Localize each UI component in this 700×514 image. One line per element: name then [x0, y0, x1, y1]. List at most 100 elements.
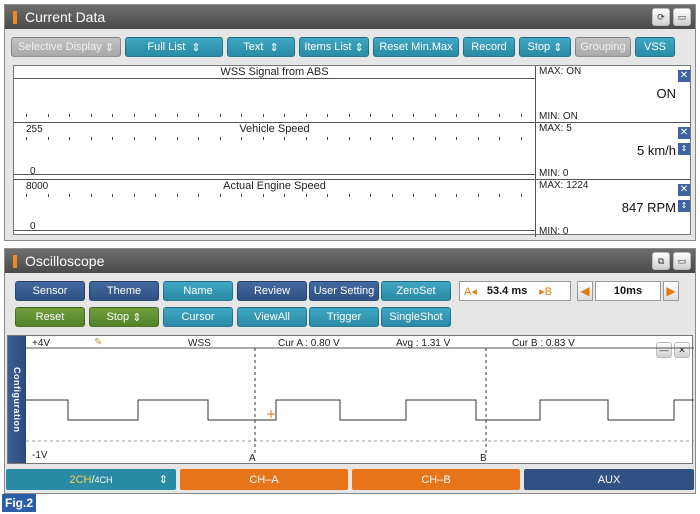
text-button[interactable]: Text ⇕ [227, 37, 295, 57]
tick-mark [413, 114, 414, 117]
review-button[interactable]: Review [237, 281, 307, 301]
oscilloscope-title: Oscilloscope [25, 253, 105, 269]
tick-mark [477, 114, 479, 117]
tick-mark [413, 194, 414, 197]
tick-mark [456, 194, 457, 197]
tick-mark [305, 137, 307, 140]
top-voltage-label: +4V [32, 338, 51, 349]
stop-button[interactable]: Stop ⇕ [519, 37, 571, 57]
aux-tab[interactable]: AUX [524, 469, 694, 490]
tick-mark [520, 194, 522, 197]
graph-title: Actual Engine Speed [223, 180, 326, 192]
zeroset-button[interactable]: ZeroSet [381, 281, 451, 301]
tick-mark [327, 137, 328, 140]
current-data-title: Current Data [25, 9, 106, 25]
name-button[interactable]: Name [163, 281, 233, 301]
minimize-icon[interactable]: — [656, 342, 672, 358]
updown-icon: ⇕ [158, 474, 168, 486]
tick-mark [26, 194, 27, 197]
tick-mark [370, 194, 371, 197]
tick-mark [262, 194, 264, 197]
tick-mark [133, 114, 135, 117]
selective-display-button[interactable]: Selective Display ⇕ [11, 37, 121, 57]
cursor-a-label: A [249, 453, 256, 464]
oscilloscope-titlebar: Oscilloscope ⧉ ▭ [5, 249, 695, 273]
updown-icon[interactable]: ⇕ [678, 143, 690, 155]
configuration-tab[interactable]: Configuration [8, 336, 26, 463]
updown-icon[interactable]: ⇕ [678, 200, 690, 212]
items-list-button[interactable]: Items List ⇕ [299, 37, 369, 57]
close-icon[interactable]: ✕ [678, 127, 690, 139]
restore-icon[interactable]: ▭ [673, 8, 691, 26]
sensor-button[interactable]: Sensor [15, 281, 85, 301]
ch-a-tab[interactable]: CH–A [180, 469, 348, 490]
grouping-button[interactable]: Grouping [575, 37, 631, 57]
vss-button[interactable]: VSS [635, 37, 675, 57]
tick-mark [456, 137, 457, 140]
graph-ticks [14, 137, 536, 140]
graph-side: MAX: ON ON MIN: ON ✕ [537, 66, 692, 122]
waveform-plot [26, 347, 694, 456]
tick-mark [284, 194, 285, 197]
current-data-panel: Current Data ⟳ ▭ Selective Display ⇕ Ful… [4, 4, 696, 241]
timebase-value: 10ms [595, 281, 661, 301]
graph-row: 255 Vehicle Speed 0 MAX: 5 5 km/h MIN: 0… [14, 123, 690, 180]
tick-mark [284, 114, 285, 117]
right-arrow-icon[interactable]: ▶ [663, 281, 679, 301]
graph-title: Vehicle Speed [239, 123, 310, 135]
tick-mark [391, 137, 393, 140]
close-icon[interactable]: ✕ [678, 184, 690, 196]
left-arrow-icon[interactable]: ◀ [577, 281, 593, 301]
full-list-button[interactable]: Full List ⇕ [125, 37, 223, 57]
graph-ticks [14, 194, 536, 197]
close-icon[interactable]: ✕ [674, 342, 690, 358]
tick-mark [348, 137, 350, 140]
max-label: MAX: 1224 [539, 180, 589, 191]
graph-row: WSS Signal from ABS MAX: ON ON MIN: ON ✕ [14, 66, 690, 123]
graph-side: MAX: 1224 847 RPM MIN: 0 ✕ ⇕ [537, 180, 692, 237]
tick-mark [155, 194, 156, 197]
user-setting-button[interactable]: User Setting [309, 281, 379, 301]
close-icon[interactable]: ✕ [678, 70, 690, 82]
cursor-a-marker: A◂ [464, 285, 477, 298]
restore-icon[interactable]: ▭ [673, 252, 691, 270]
title-marker [13, 10, 17, 24]
tick-mark [305, 194, 307, 197]
tick-mark [47, 194, 49, 197]
tick-mark [47, 114, 49, 117]
cursor-button[interactable]: Cursor [163, 307, 233, 327]
tick-mark [241, 114, 242, 117]
tick-mark [47, 137, 49, 140]
reset-button[interactable]: Reset [15, 307, 85, 327]
tick-mark [370, 114, 371, 117]
theme-button[interactable]: Theme [89, 281, 159, 301]
cursor-a-value: Cur A : 0.80 V [278, 338, 340, 349]
tick-mark [219, 114, 221, 117]
tick-mark [26, 137, 27, 140]
tick-mark [112, 194, 113, 197]
viewall-button[interactable]: ViewAll [237, 307, 307, 327]
tick-mark [26, 114, 27, 117]
record-button[interactable]: Record [463, 37, 515, 57]
singleshot-button[interactable]: SingleShot [381, 307, 451, 327]
window-icon[interactable]: ⧉ [652, 252, 670, 270]
ch-b-tab[interactable]: CH–B [352, 469, 520, 490]
channel-count-selector[interactable]: 2CH/4CH ⇕ [6, 469, 176, 490]
channel-name: WSS [188, 338, 211, 349]
tick-mark [112, 114, 113, 117]
tick-mark [348, 114, 350, 117]
tick-mark [477, 194, 479, 197]
oscilloscope-panel: Oscilloscope ⧉ ▭ Sensor Theme Name Revie… [4, 248, 696, 494]
average-value: Avg : 1.31 V [396, 338, 451, 349]
min-label: MIN: ON [539, 111, 578, 122]
osc-stop-button[interactable]: Stop ⇕ [89, 307, 159, 327]
retry-icon[interactable]: ⟳ [652, 8, 670, 26]
scope-display[interactable]: Configuration +4V ✎ WSS Cur A : 0.80 V A… [7, 335, 694, 464]
reset-min-max-button[interactable]: Reset Min.Max [373, 37, 459, 57]
max-label: MAX: 5 [539, 123, 572, 134]
cursor-b-value: Cur B : 0.83 V [512, 338, 575, 349]
current-value: 847 RPM [621, 200, 676, 215]
graph-row: 8000 Actual Engine Speed 0 MAX: 1224 847… [14, 180, 690, 237]
tick-mark [198, 194, 199, 197]
trigger-button[interactable]: Trigger [309, 307, 379, 327]
